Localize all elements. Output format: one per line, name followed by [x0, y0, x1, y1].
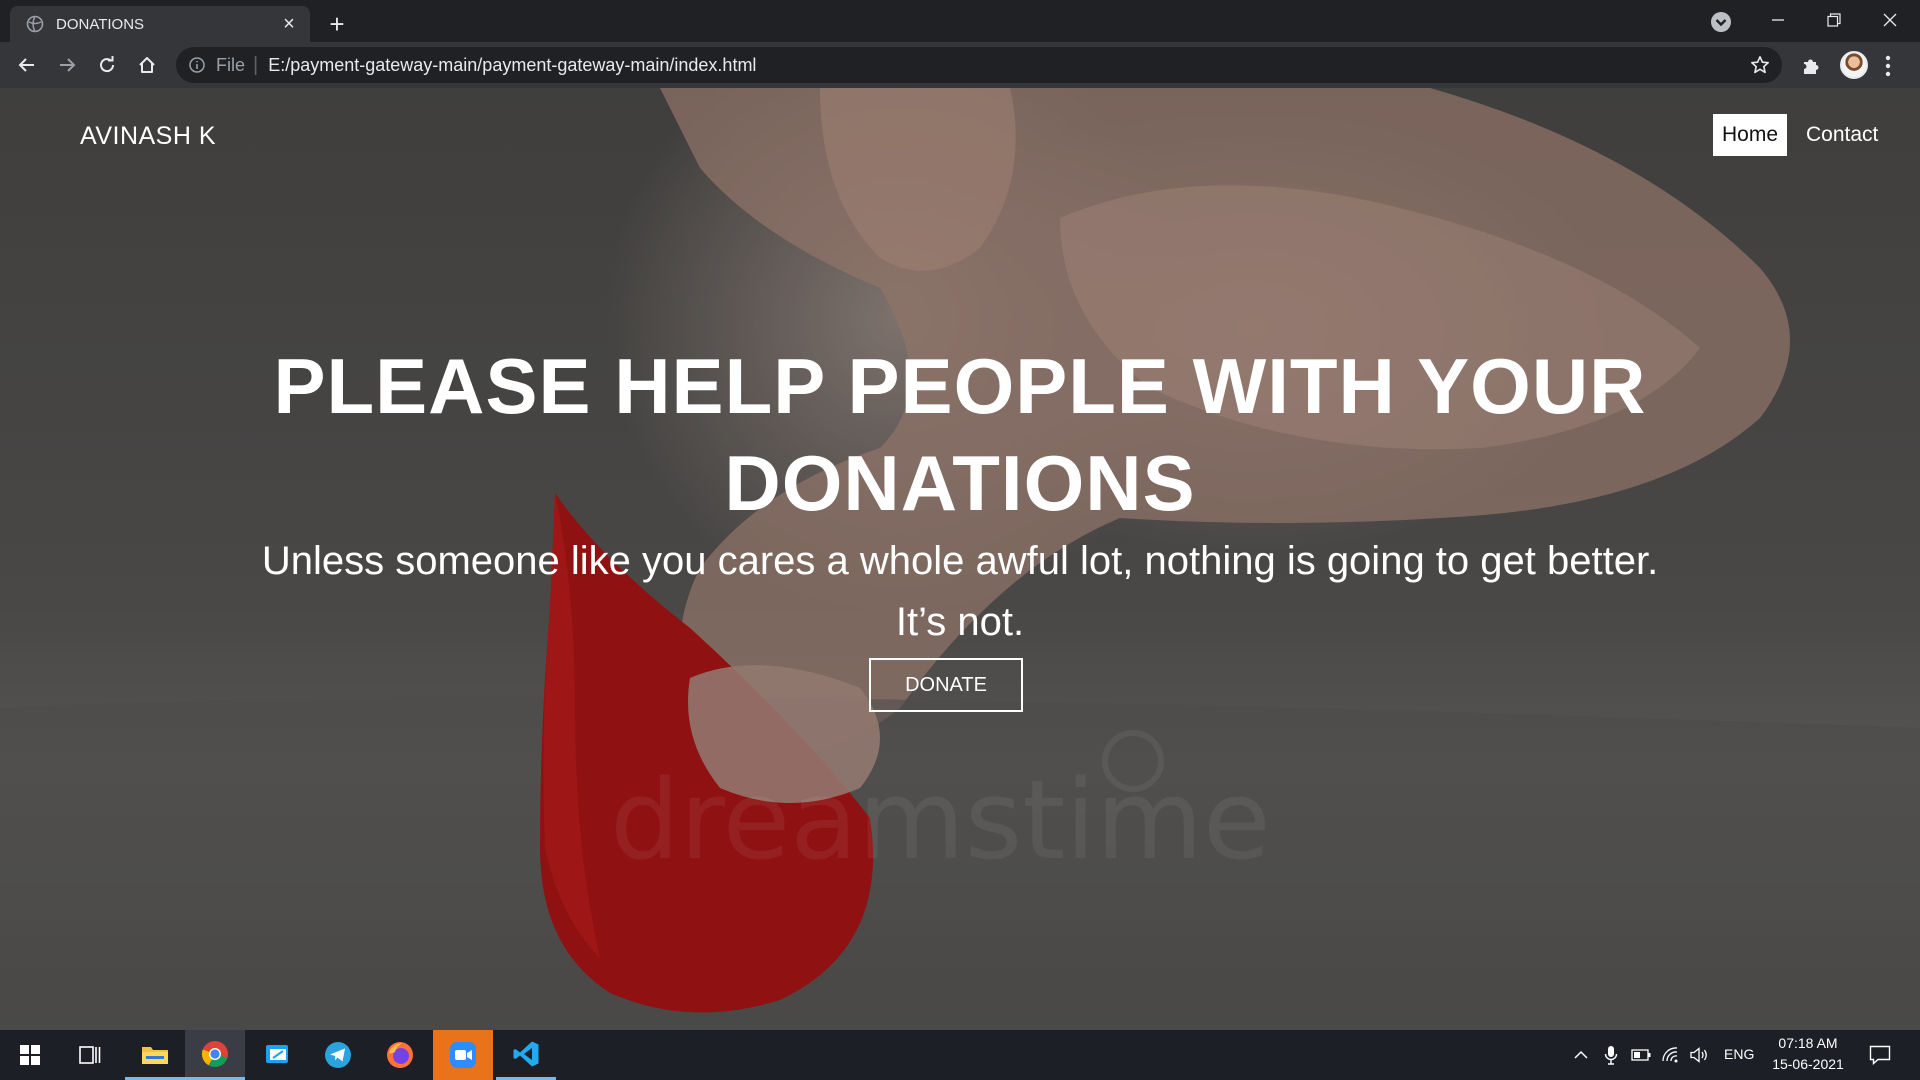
bookmark-star-icon[interactable] [1750, 55, 1770, 75]
hero-title: PLEASE HELP PEOPLE WITH YOUR DONATIONS [273, 342, 1647, 527]
chrome-icon [201, 1040, 228, 1067]
tab-title: DONATIONS [56, 15, 145, 33]
tab-search-icon[interactable] [1709, 10, 1733, 34]
tab-close-icon[interactable]: × [278, 13, 300, 35]
firefox-taskbar-button[interactable] [370, 1030, 430, 1080]
minimize-button[interactable] [1750, 0, 1806, 40]
arrow-left-icon [18, 58, 34, 72]
hero-subtitle: Unless someone like you cares a whole aw… [261, 539, 1659, 644]
address-bar[interactable]: File | E:/payment-gateway-main/payment-g… [176, 47, 1782, 83]
info-icon[interactable] [188, 56, 206, 74]
battery-tray[interactable] [1631, 1045, 1651, 1065]
microphone-tray[interactable] [1601, 1045, 1621, 1065]
zoom-icon [450, 1042, 476, 1068]
back-button[interactable] [12, 50, 42, 80]
extensions-puzzle-icon[interactable] [1800, 54, 1824, 78]
reload-button[interactable] [92, 50, 122, 80]
nav-contact-link[interactable]: Contact [1806, 114, 1916, 156]
battery-icon [1631, 1049, 1651, 1061]
profile-avatar[interactable] [1840, 51, 1868, 79]
network-tray[interactable] [1661, 1045, 1681, 1065]
notification-icon [1869, 1045, 1891, 1065]
task-view-icon [79, 1046, 101, 1064]
whiteboard-icon [266, 1045, 288, 1063]
whiteboard-taskbar-button[interactable] [248, 1030, 308, 1080]
vscode-taskbar-button[interactable] [496, 1030, 556, 1080]
file-explorer-button[interactable] [125, 1030, 185, 1080]
home-icon [139, 57, 155, 73]
forward-button[interactable] [52, 50, 82, 80]
browser-tab-strip: DONATIONS × + [0, 0, 1920, 42]
browser-tab[interactable]: DONATIONS × [10, 6, 310, 42]
reload-icon [100, 56, 115, 73]
restore-button[interactable] [1806, 0, 1862, 40]
close-icon [1883, 13, 1897, 27]
firefox-icon [387, 1042, 413, 1068]
chevron-up-icon [1574, 1050, 1588, 1059]
donate-button[interactable]: DONATE [869, 658, 1023, 712]
more-menu-icon[interactable] [1883, 54, 1893, 78]
microphone-icon [1604, 1046, 1618, 1065]
windows-start-icon [20, 1045, 40, 1065]
tray-overflow-button[interactable] [1571, 1045, 1591, 1065]
telegram-taskbar-button[interactable] [308, 1030, 368, 1080]
browser-toolbar: File | E:/payment-gateway-main/payment-g… [0, 42, 1920, 88]
task-view-button[interactable] [60, 1030, 120, 1080]
windows-taskbar: ENG 07:18 AM 15-06-2021 [0, 1030, 1920, 1080]
nav-home-link[interactable]: Home [1713, 114, 1787, 156]
start-button[interactable] [0, 1030, 60, 1080]
url-separator: | [253, 53, 259, 76]
clock-time[interactable]: 07:18 AM [1777, 1035, 1839, 1051]
vscode-icon [513, 1041, 539, 1066]
speaker-icon [1690, 1047, 1707, 1063]
arrow-right-icon [60, 58, 76, 72]
url-scheme-label: File [216, 54, 246, 75]
language-indicator[interactable]: ENG [1724, 1046, 1754, 1062]
page-viewport: dreamstime AVINASH K Home Contact PLEASE… [0, 88, 1920, 1030]
zoom-taskbar-button[interactable] [433, 1030, 493, 1080]
file-explorer-icon [142, 1046, 168, 1064]
url-text[interactable]: E:/payment-gateway-main/payment-gateway-… [268, 55, 756, 76]
wifi-icon [1662, 1047, 1678, 1063]
telegram-icon [325, 1042, 351, 1068]
site-brand[interactable]: AVINASH K [80, 122, 216, 151]
minimize-icon [1772, 19, 1784, 21]
action-center-button[interactable] [1868, 1045, 1892, 1065]
restore-icon [1827, 13, 1841, 27]
home-button[interactable] [132, 50, 162, 80]
clock-date[interactable]: 15-06-2021 [1770, 1056, 1846, 1072]
volume-tray[interactable] [1689, 1045, 1709, 1065]
close-window-button[interactable] [1862, 0, 1918, 40]
new-tab-button[interactable]: + [322, 9, 352, 39]
globe-icon [26, 15, 44, 33]
chrome-taskbar-button[interactable] [185, 1030, 245, 1080]
